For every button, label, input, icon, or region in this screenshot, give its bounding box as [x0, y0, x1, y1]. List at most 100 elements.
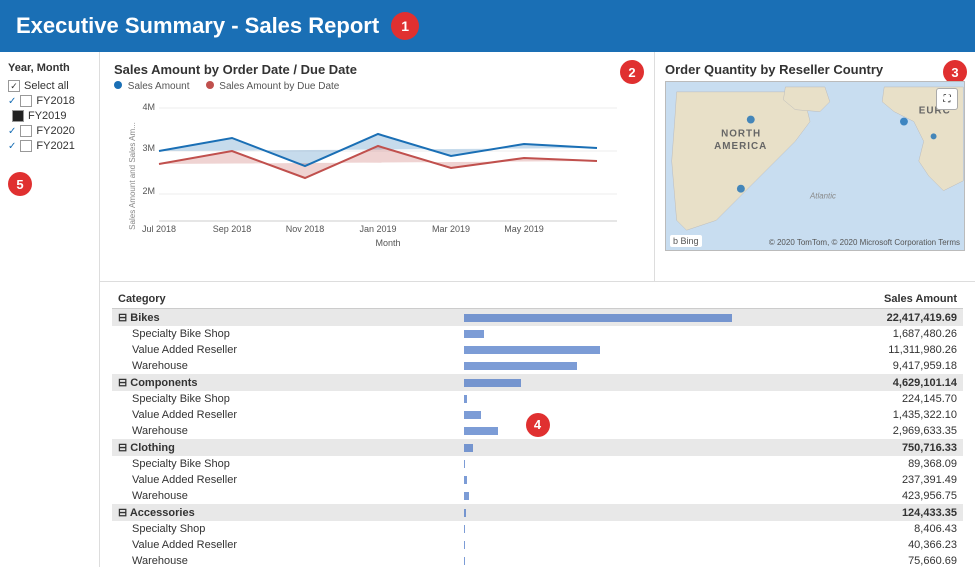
category-bar-cell: [458, 374, 738, 391]
badge-1: 1: [391, 12, 419, 40]
content-area: Sales Amount by Order Date / Due Date Sa…: [100, 52, 975, 567]
fy2021-check: ✓: [8, 141, 16, 152]
svg-text:Mar 2019: Mar 2019: [432, 224, 470, 234]
line-chart-svg: 4M 3M 2M Sales Amount and Sales Am...: [114, 96, 640, 251]
row-value: 11,311,980.26: [738, 342, 963, 358]
row-bar-cell: [458, 472, 738, 488]
map-title: Order Quantity by Reseller Country: [665, 62, 965, 77]
col-category: Category: [112, 290, 458, 309]
fy2019-color-box: [12, 110, 24, 122]
row-value: 224,145.70: [738, 391, 963, 407]
fy2021-color-box: [20, 140, 32, 152]
table-row: Specialty Bike Shop 89,368.09: [112, 456, 963, 472]
row-bar-cell: [458, 553, 738, 567]
row-value: 9,417,959.18: [738, 358, 963, 374]
svg-text:Month: Month: [375, 238, 400, 248]
row-value: 423,956.75: [738, 488, 963, 504]
svg-text:Jan 2019: Jan 2019: [359, 224, 396, 234]
fy2018-check: ✓: [8, 96, 16, 107]
sidebar-item-fy2018[interactable]: ✓ FY2018: [8, 95, 91, 107]
map-zoom-icon[interactable]: ⛶: [936, 88, 958, 110]
table-row: Value Added Reseller 40,366.23: [112, 537, 963, 553]
fy2018-color-box: [20, 95, 32, 107]
category-bar-cell: [458, 309, 738, 327]
sidebar-select-all[interactable]: Select all: [8, 80, 91, 92]
line-chart-panel: Sales Amount by Order Date / Due Date Sa…: [100, 52, 655, 281]
fy2020-check: ✓: [8, 126, 16, 137]
legend-item-due: Sales Amount by Due Date: [206, 81, 340, 92]
category-row: ⊟ Bikes 22,417,419.69: [112, 309, 963, 327]
map-svg: NORTH AMERICA EURC Atlantic: [666, 82, 964, 250]
row-label: Specialty Bike Shop: [112, 326, 458, 342]
fy2019-label: FY2019: [28, 110, 67, 122]
table-row: Specialty Bike Shop 224,145.70: [112, 391, 963, 407]
svg-text:Jul 2018: Jul 2018: [142, 224, 176, 234]
category-value: 22,417,419.69: [738, 309, 963, 327]
row-value: 8,406.43: [738, 521, 963, 537]
fy2021-label: FY2021: [36, 140, 75, 152]
badge-2: 2: [620, 60, 644, 84]
row-bar-cell: [458, 358, 738, 374]
row-value: 40,366.23: [738, 537, 963, 553]
row-label: Specialty Bike Shop: [112, 391, 458, 407]
legend-dot-due: [206, 81, 214, 89]
svg-text:May 2019: May 2019: [504, 224, 544, 234]
table-row: Warehouse 9,417,959.18: [112, 358, 963, 374]
row-label: Value Added Reseller: [112, 407, 458, 423]
category-label: ⊟ Components: [112, 374, 458, 391]
category-row: ⊟ Accessories 124,433.35: [112, 504, 963, 521]
row-label: Value Added Reseller: [112, 342, 458, 358]
svg-text:Atlantic: Atlantic: [809, 192, 836, 201]
row-value: 1,687,480.26: [738, 326, 963, 342]
main-content: Year, Month Select all ✓ FY2018 FY2019 ✓…: [0, 52, 975, 567]
fy2020-label: FY2020: [36, 125, 75, 137]
table-row: Warehouse 75,660.69: [112, 553, 963, 567]
row-bar-cell: [458, 537, 738, 553]
svg-text:Sales Amount and Sales Am...: Sales Amount and Sales Am...: [128, 122, 137, 230]
row-label: Warehouse: [112, 488, 458, 504]
sidebar: Year, Month Select all ✓ FY2018 FY2019 ✓…: [0, 52, 100, 567]
table-row: Specialty Shop 8,406.43: [112, 521, 963, 537]
badge-4: 4: [526, 413, 550, 437]
row-value: 2,969,633.35: [738, 423, 963, 439]
page-title: Executive Summary - Sales Report: [16, 13, 379, 39]
select-all-checkbox[interactable]: [8, 80, 20, 92]
row-bar-cell: [458, 342, 738, 358]
header: Executive Summary - Sales Report 1: [0, 0, 975, 52]
row-value: 1,435,322.10: [738, 407, 963, 423]
row-value: 75,660.69: [738, 553, 963, 567]
row-bar-cell: [458, 423, 738, 439]
row-label: Warehouse: [112, 553, 458, 567]
row-label: Warehouse: [112, 358, 458, 374]
legend-item-sales: Sales Amount: [114, 81, 190, 92]
row-label: Specialty Shop: [112, 521, 458, 537]
category-row: ⊟ Components 4,629,101.14: [112, 374, 963, 391]
category-row: ⊟ Clothing 750,716.33: [112, 439, 963, 456]
fy2018-label: FY2018: [36, 95, 75, 107]
chart-legend: Sales Amount Sales Amount by Due Date: [114, 81, 640, 92]
row-value: 237,391.49: [738, 472, 963, 488]
sidebar-item-fy2019[interactable]: FY2019: [8, 110, 91, 122]
category-label: ⊟ Accessories: [112, 504, 458, 521]
category-label: ⊟ Clothing: [112, 439, 458, 456]
select-all-label: Select all: [24, 80, 69, 92]
svg-text:Sep 2018: Sep 2018: [213, 224, 252, 234]
row-label: Specialty Bike Shop: [112, 456, 458, 472]
sidebar-item-fy2021[interactable]: ✓ FY2021: [8, 140, 91, 152]
svg-text:4M: 4M: [142, 102, 155, 112]
map-container[interactable]: NORTH AMERICA EURC Atlantic ⛶: [665, 81, 965, 251]
table-row: Specialty Bike Shop 1,687,480.26: [112, 326, 963, 342]
category-bar-cell: [458, 504, 738, 521]
row-label: Value Added Reseller: [112, 537, 458, 553]
row-bar-cell: [458, 488, 738, 504]
category-value: 4,629,101.14: [738, 374, 963, 391]
table-row: Warehouse 423,956.75: [112, 488, 963, 504]
row-label: Value Added Reseller: [112, 472, 458, 488]
fy2020-color-box: [20, 125, 32, 137]
svg-text:AMERICA: AMERICA: [714, 141, 767, 152]
row-bar-cell: [458, 326, 738, 342]
charts-row: Sales Amount by Order Date / Due Date Sa…: [100, 52, 975, 282]
row-value: 89,368.09: [738, 456, 963, 472]
category-label: ⊟ Bikes: [112, 309, 458, 327]
sidebar-item-fy2020[interactable]: ✓ FY2020: [8, 125, 91, 137]
